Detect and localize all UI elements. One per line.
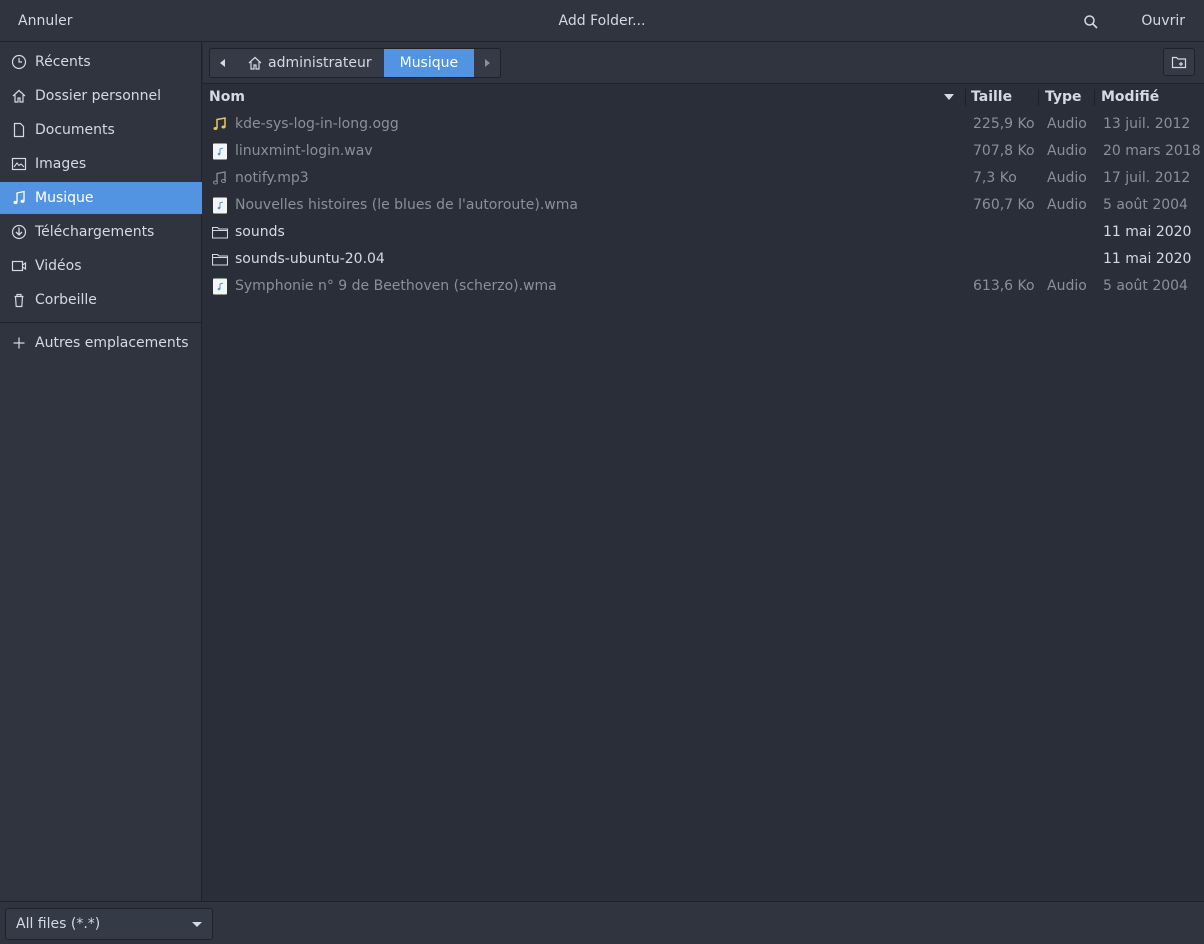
cancel-button[interactable]: Annuler	[18, 0, 72, 42]
file-name: Symphonie n° 9 de Beethoven (scherzo).wm…	[235, 278, 557, 294]
sidebar-item-downloads[interactable]: Téléchargements	[0, 216, 202, 248]
column-size[interactable]: Taille	[971, 84, 1012, 111]
document-icon	[13, 122, 25, 138]
path-forward-button[interactable]	[474, 49, 500, 77]
sidebar-item-recent[interactable]: Récents	[0, 46, 202, 78]
file-row[interactable]: Symphonie n° 9 de Beethoven (scherzo).wm…	[203, 273, 1204, 300]
sidebar-item-trash[interactable]: Corbeille	[0, 284, 202, 316]
file-modified: 5 août 2004	[1103, 197, 1188, 213]
audio-file-icon	[213, 197, 227, 214]
sidebar-item-label: Documents	[35, 122, 115, 138]
file-list: Nom Taille Type Modifié kde-sys-log-in-l…	[203, 84, 1204, 901]
sidebar-item-videos[interactable]: Vidéos	[0, 250, 202, 282]
file-name: kde-sys-log-in-long.ogg	[235, 116, 399, 132]
sidebar-item-home[interactable]: Dossier personnel	[0, 80, 202, 112]
image-icon	[11, 157, 27, 171]
file-name: Nouvelles histoires (le blues de l'autor…	[235, 197, 578, 213]
file-modified: 13 juil. 2012	[1103, 116, 1191, 132]
file-modified: 17 juil. 2012	[1103, 170, 1191, 186]
file-filter-value: All files (*.*)	[16, 916, 101, 932]
sidebar-item-label: Vidéos	[35, 258, 82, 274]
file-row[interactable]: sounds-ubuntu-20.04 11 mai 2020	[203, 246, 1204, 273]
audio-file-icon	[213, 278, 227, 295]
plus-icon	[13, 337, 25, 349]
column-type[interactable]: Type	[1045, 84, 1082, 111]
file-size: 7,3 Ko	[973, 170, 1017, 186]
path-bar: administrateur Musique	[203, 42, 1204, 84]
file-modified: 11 mai 2020	[1103, 251, 1192, 267]
sort-down-icon[interactable]	[944, 94, 954, 101]
chevron-down-icon	[192, 922, 202, 927]
chevron-right-icon	[485, 59, 491, 67]
file-size: 760,7 Ko	[973, 197, 1035, 213]
file-row[interactable]: notify.mp3 7,3 Ko Audio 17 juil. 2012	[203, 165, 1204, 192]
file-size: 707,8 Ko	[973, 143, 1035, 159]
file-type: Audio	[1047, 278, 1087, 294]
file-type: Audio	[1047, 170, 1087, 186]
column-separator[interactable]	[965, 89, 966, 106]
audio-file-icon	[213, 143, 227, 160]
file-name: notify.mp3	[235, 170, 309, 186]
file-row[interactable]: linuxmint-login.wav 707,8 Ko Audio 20 ma…	[203, 138, 1204, 165]
column-name[interactable]: Nom	[209, 84, 245, 111]
sidebar-item-label: Musique	[35, 190, 94, 206]
file-type: Audio	[1047, 116, 1087, 132]
home-icon	[12, 89, 26, 103]
music-icon	[13, 190, 25, 205]
folder-icon	[212, 226, 228, 239]
file-modified: 11 mai 2020	[1103, 224, 1192, 240]
file-name: sounds	[235, 224, 285, 240]
new-folder-icon	[1171, 56, 1187, 69]
clock-icon	[11, 54, 27, 70]
sidebar-item-label: Autres emplacements	[35, 335, 189, 351]
header-bar: Annuler Add Folder... Ouvrir	[0, 0, 1204, 42]
file-size: 225,9 Ko	[973, 116, 1035, 132]
sidebar-item-label: Images	[35, 156, 87, 172]
chevron-left-icon	[220, 59, 225, 67]
download-icon	[11, 224, 27, 240]
column-separator[interactable]	[1094, 89, 1095, 106]
sidebar-item-music[interactable]: Musique	[0, 182, 202, 214]
column-modified[interactable]: Modifié	[1101, 84, 1159, 111]
open-button[interactable]: Ouvrir	[1141, 0, 1185, 42]
file-modified: 20 mars 2018	[1103, 143, 1201, 159]
new-folder-button[interactable]	[1163, 48, 1195, 76]
sidebar-item-label: Corbeille	[35, 292, 97, 308]
music-note-icon	[213, 117, 226, 130]
file-type: Audio	[1047, 197, 1087, 213]
file-filter-select[interactable]: All files (*.*)	[5, 908, 213, 940]
file-row[interactable]: sounds 11 mai 2020	[203, 219, 1204, 246]
path-back-button[interactable]	[210, 49, 236, 77]
breadcrumb-current[interactable]: Musique	[383, 49, 475, 77]
breadcrumb: administrateur Musique	[209, 48, 502, 78]
file-row[interactable]: kde-sys-log-in-long.ogg 225,9 Ko Audio 1…	[203, 111, 1204, 138]
search-icon[interactable]	[1083, 14, 1099, 30]
file-type: Audio	[1047, 143, 1087, 159]
video-icon	[11, 260, 27, 272]
file-row[interactable]: Nouvelles histoires (le blues de l'autor…	[203, 192, 1204, 219]
sidebar-item-label: Récents	[35, 54, 91, 70]
places-sidebar: Récents Dossier personnel Documents Imag…	[0, 42, 202, 901]
sidebar-item-images[interactable]: Images	[0, 148, 202, 180]
breadcrumb-home[interactable]: administrateur	[236, 49, 384, 77]
sidebar-item-label: Téléchargements	[35, 224, 155, 240]
column-separator[interactable]	[1038, 89, 1039, 106]
folder-icon	[212, 253, 228, 266]
file-name: sounds-ubuntu-20.04	[235, 251, 385, 267]
home-icon	[248, 56, 262, 70]
sidebar-item-label: Dossier personnel	[35, 88, 162, 104]
sidebar-item-documents[interactable]: Documents	[0, 114, 202, 146]
file-size: 613,6 Ko	[973, 278, 1035, 294]
sidebar-divider	[0, 322, 202, 323]
file-name: linuxmint-login.wav	[235, 143, 373, 159]
breadcrumb-label: administrateur	[268, 55, 372, 71]
footer-bar: All files (*.*)	[0, 901, 1204, 944]
dialog-title: Add Folder...	[558, 13, 646, 29]
trash-icon	[14, 293, 24, 308]
column-header: Nom Taille Type Modifié	[203, 84, 1204, 111]
music-note-icon	[213, 171, 226, 185]
file-modified: 5 août 2004	[1103, 278, 1188, 294]
sidebar-item-other-locations[interactable]: Autres emplacements	[0, 327, 202, 359]
